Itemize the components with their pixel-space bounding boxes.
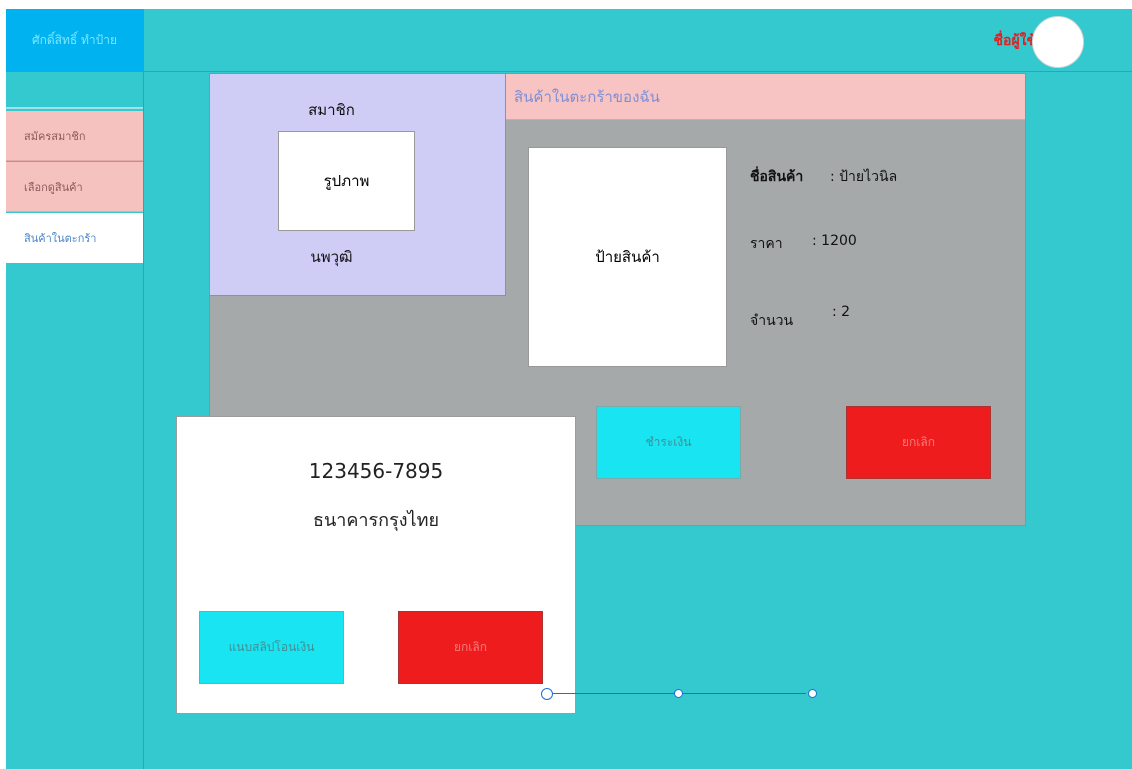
product-name-value: : ป้ายไวนิล [830, 169, 898, 185]
cancel-payment-button[interactable]: ยกเลิก [398, 611, 543, 684]
sidebar-item-browse-products[interactable]: เลือกดูสินค้า [6, 162, 143, 212]
quantity-value: : 2 [832, 304, 851, 320]
pay-button[interactable]: ชำระเงิน [596, 406, 741, 479]
product-name-row: ชื่อสินค้า : ป้ายไวนิล [750, 166, 897, 188]
attach-slip-button[interactable]: แนบสลิปโอนเงิน [199, 611, 344, 684]
price-row: ราคา : 1200 [750, 233, 857, 255]
logo[interactable]: ศักดิ์สิทธิ์ ทำป้าย [6, 9, 143, 71]
slider-handle-start[interactable] [541, 688, 553, 700]
sidebar-divider [143, 9, 144, 769]
slider-node-end[interactable] [808, 689, 817, 698]
member-title: สมาชิก [308, 101, 355, 119]
sidebar-separator [6, 107, 143, 109]
top-bar: ศักดิ์สิทธิ์ ทำป้าย ชื่อผู้ใช้ [6, 9, 1132, 72]
price-label: ราคา [750, 236, 783, 252]
account-number: 123456-7895 [308, 459, 444, 483]
sidebar-item-register[interactable]: สมัครสมาชิก [6, 111, 143, 161]
sidebar-item-cart[interactable]: สินค้าในตะกร้า [6, 213, 143, 263]
product-name-label: ชื่อสินค้า [750, 169, 804, 185]
cancel-order-button[interactable]: ยกเลิก [846, 406, 991, 479]
step-slider[interactable] [535, 688, 817, 700]
product-image: ป้ายสินค้า [528, 147, 727, 367]
member-name: นพวุฒิ [310, 248, 353, 266]
price-value: : 1200 [812, 233, 857, 249]
member-card: สมาชิก รูปภาพ นพวุฒิ [210, 74, 506, 296]
bank-name: ธนาคารกรุงไทย [312, 510, 440, 531]
sidebar: สมัครสมาชิก เลือกดูสินค้า สินค้าในตะกร้า [6, 71, 143, 769]
username-label[interactable]: ชื่อผู้ใช้ [994, 30, 1036, 52]
avatar[interactable] [1032, 16, 1084, 68]
quantity-row: จำนวน : 2 [750, 304, 850, 332]
slider-node-middle[interactable] [674, 689, 683, 698]
member-photo: รูปภาพ [278, 131, 415, 231]
quantity-label: จำนวน [750, 313, 794, 329]
payment-dialog: 123456-7895 ธนาคารกรุงไทย แนบสลิปโอนเงิน… [176, 416, 576, 714]
cart-header: สินค้าในตะกร้าของฉัน [506, 74, 1025, 120]
